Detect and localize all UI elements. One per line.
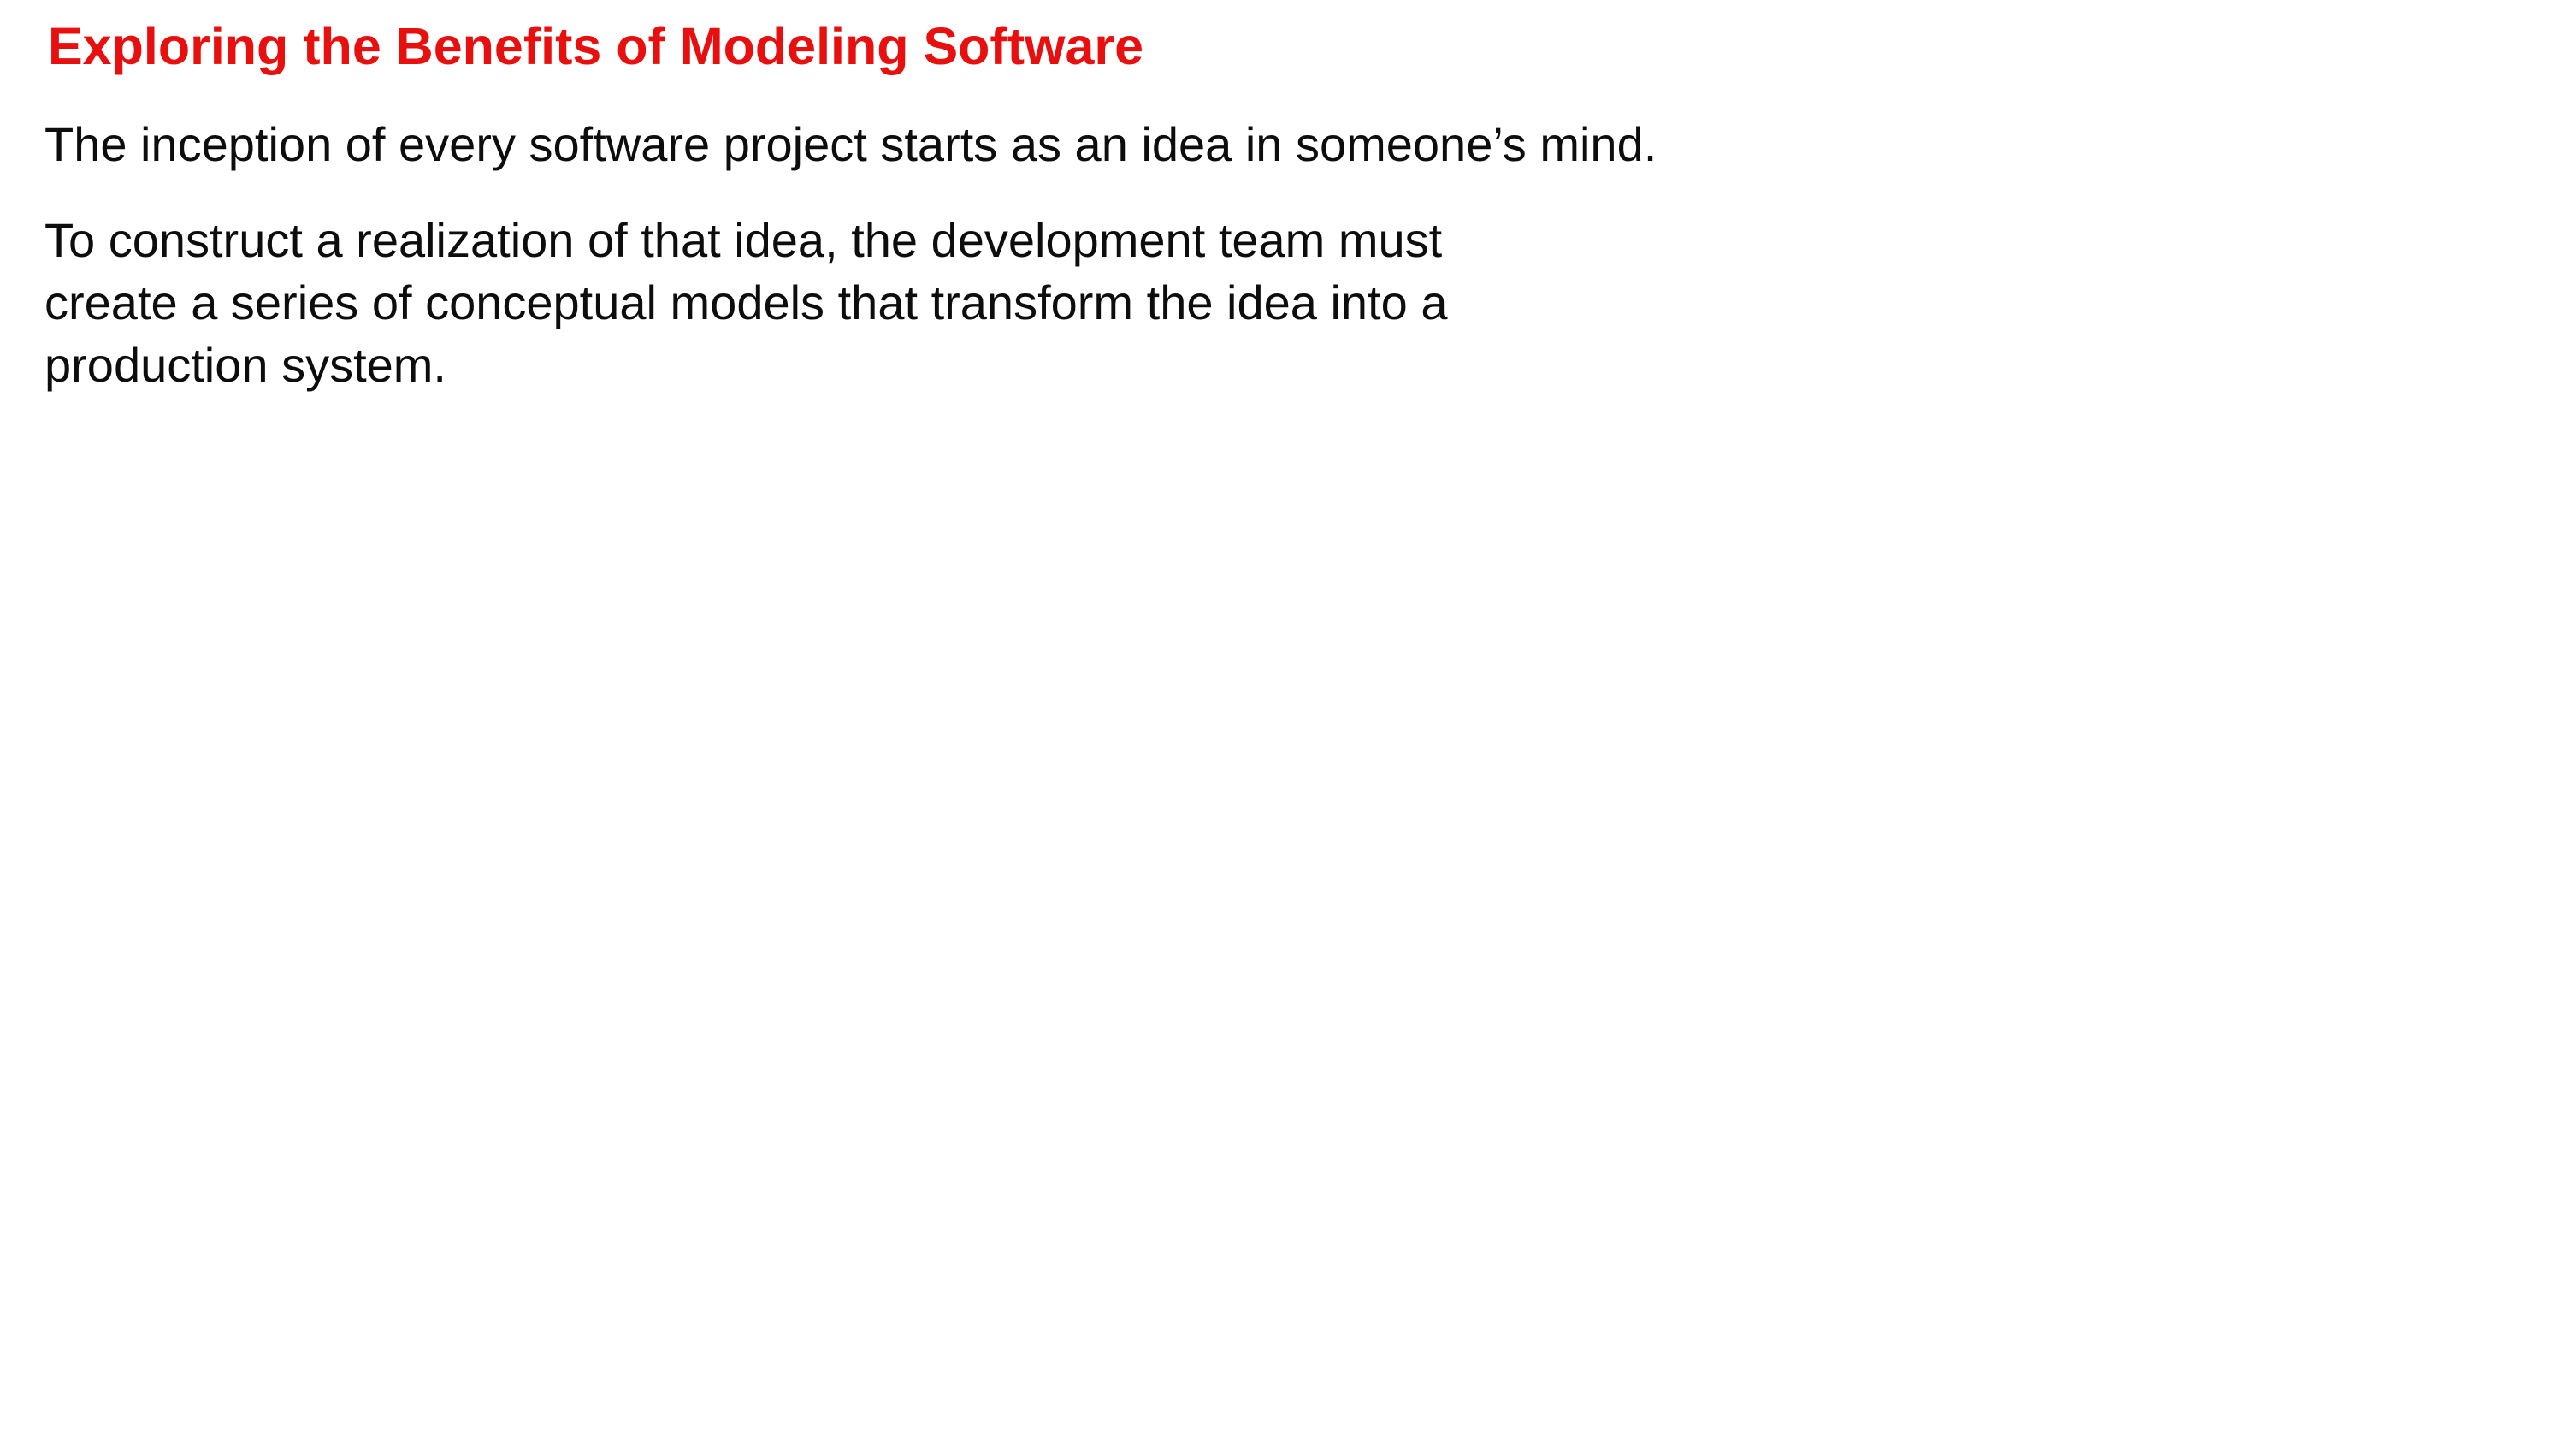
slide-title: Exploring the Benefits of Modeling Softw… (48, 17, 1144, 75)
body-paragraph-conceptual-models: To construct a realization of that idea,… (44, 209, 1584, 396)
paragraph-line: production system. (44, 338, 446, 392)
slide: Exploring the Benefits of Modeling Softw… (0, 0, 2576, 1445)
paragraph-line: To construct a realization of that idea,… (44, 213, 1443, 267)
paragraph-line: The inception of every software project … (44, 117, 1657, 171)
body-paragraph-inception: The inception of every software project … (44, 113, 1657, 175)
paragraph-line: create a series of conceptual models tha… (44, 275, 1448, 329)
